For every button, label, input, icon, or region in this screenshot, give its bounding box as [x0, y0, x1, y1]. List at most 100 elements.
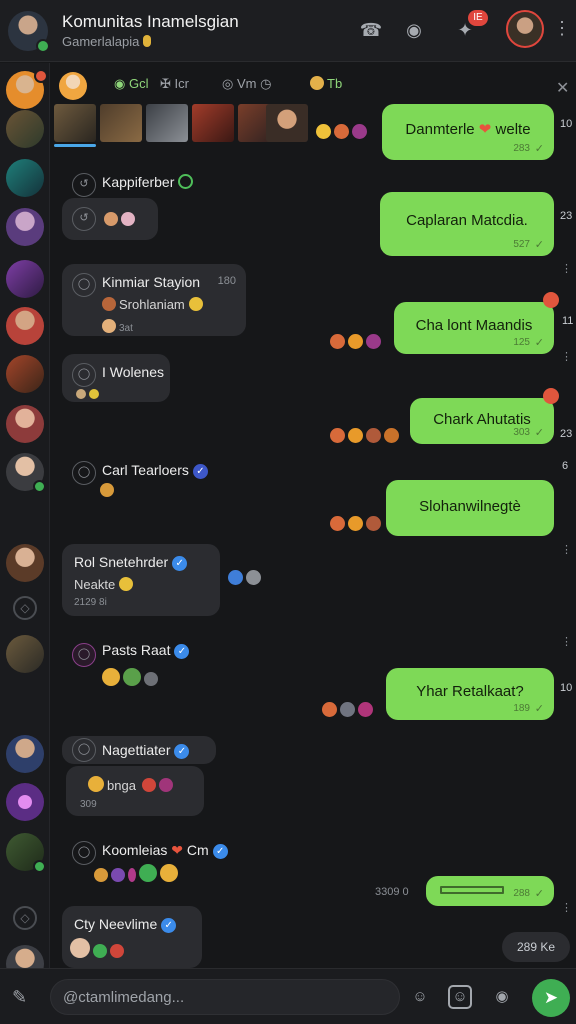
- reaction-group[interactable]: [322, 702, 376, 718]
- media-thumb[interactable]: [266, 104, 308, 142]
- media-thumb[interactable]: [54, 104, 96, 142]
- incoming-message[interactable]: ◯ I Wolenes: [62, 354, 170, 402]
- close-icon[interactable]: ✕: [556, 78, 569, 98]
- read-check-icon: ✓: [534, 888, 544, 900]
- incoming-message[interactable]: ↺ Kappiferber: [62, 164, 212, 198]
- outgoing-message[interactable]: Cha lont Maandis 125 ✓: [394, 302, 554, 354]
- menu-icon[interactable]: ⋮: [553, 18, 571, 39]
- online-indicator: [33, 860, 46, 873]
- avatar: [310, 76, 324, 90]
- side-time: 23: [560, 428, 573, 440]
- message-time-text: 3at: [119, 323, 133, 334]
- member-avatar[interactable]: [6, 783, 44, 821]
- star-icon: [188, 297, 203, 311]
- mic-icon[interactable]: ◉: [490, 985, 514, 1009]
- outgoing-message[interactable]: Caplaran Matcdia. 527 ✓: [380, 192, 554, 256]
- message-text: Srohlaniam: [102, 297, 206, 312]
- side-time: 10: [560, 118, 573, 130]
- member-avatar[interactable]: [6, 307, 44, 345]
- outgoing-message[interactable]: Chark Ahutatis 303 ✓: [410, 398, 554, 444]
- reaction-group[interactable]: [316, 124, 370, 140]
- filter-chip[interactable]: ✠ Icr: [160, 76, 189, 92]
- member-avatar[interactable]: [6, 735, 44, 773]
- incoming-message[interactable]: ↺: [62, 198, 158, 240]
- emoji-icon[interactable]: ☺: [408, 985, 432, 1009]
- message-options-icon[interactable]: ⋮: [561, 635, 572, 648]
- gif-icon[interactable]: ☺: [448, 985, 472, 1009]
- reaction-group[interactable]: [330, 428, 402, 444]
- member-avatar[interactable]: [6, 355, 44, 393]
- clock-icon: ◷: [256, 76, 272, 91]
- member-avatar[interactable]: [6, 635, 44, 673]
- incoming-message[interactable]: Rol Snetehrder ✓ Neakte 2129 8i: [62, 544, 220, 616]
- reaction-group[interactable]: [330, 516, 384, 532]
- filter-row: ◉ Gcl ✠ Icr ◎ Vm ◷ Tb: [56, 72, 556, 102]
- read-check-icon: ✓: [534, 239, 544, 251]
- filter-avatar[interactable]: [59, 72, 87, 100]
- member-avatar[interactable]: [6, 405, 44, 443]
- incoming-message[interactable]: ◯ Carl Tearloers ✓: [62, 452, 222, 488]
- reaction-group[interactable]: [330, 334, 384, 350]
- active-thumb-indicator: [54, 144, 96, 147]
- message-time: 189: [513, 703, 530, 714]
- message-input[interactable]: [50, 979, 400, 1015]
- incoming-message[interactable]: ◯ Nagettiater ✓: [62, 736, 216, 764]
- chat-title[interactable]: Komunitas Inamelsgian: [62, 12, 239, 32]
- read-check-icon: ✓: [534, 337, 544, 349]
- outgoing-message[interactable]: 288 ✓: [426, 876, 554, 906]
- outgoing-message[interactable]: Danmterle ❤ welte 283 ✓: [382, 104, 554, 160]
- heart-icon: ❤: [478, 121, 492, 138]
- member-avatar[interactable]: [6, 260, 44, 298]
- sender-name: Kappiferber: [102, 174, 194, 190]
- message-options-icon[interactable]: ⋮: [561, 262, 572, 275]
- message-text: Neakte: [74, 577, 136, 592]
- incoming-message[interactable]: ◯ Pasts Raat ✓: [62, 634, 222, 667]
- member-avatar[interactable]: [6, 69, 48, 109]
- verified-icon: ✓: [212, 844, 228, 859]
- side-time: 10: [560, 682, 573, 694]
- media-thumb[interactable]: [100, 104, 142, 142]
- reaction-group[interactable]: [228, 570, 264, 586]
- sender-name-text: Rol Snetehrder: [74, 554, 169, 570]
- sender-name-text: Pasts Raat: [102, 642, 171, 658]
- filter-chip[interactable]: Tb: [310, 76, 342, 91]
- verified-icon: ✓: [174, 744, 190, 759]
- sender-name-text: Cty Neevlime: [74, 916, 158, 932]
- incoming-message[interactable]: ◯ Kinmiar Stayion 180 Srohlaniam 3at: [62, 264, 246, 336]
- message-options-icon[interactable]: ⋮: [561, 901, 572, 914]
- read-check-icon: ✓: [534, 427, 544, 439]
- filter-chip[interactable]: ◉ Gcl: [114, 76, 148, 92]
- message-options-icon[interactable]: ⋮: [561, 543, 572, 556]
- member-avatar[interactable]: [6, 110, 44, 148]
- incoming-message[interactable]: ◯ Koomleias ❤ Cm ✓: [62, 832, 240, 865]
- reply-icon: ◯: [72, 461, 96, 485]
- sticker-icon[interactable]: ✎: [12, 987, 27, 1008]
- sender-name-text: Nagettiater: [102, 742, 171, 758]
- member-avatar[interactable]: [6, 159, 44, 197]
- phone-icon[interactable]: ☎: [358, 17, 384, 43]
- message-time: 2129 8i: [74, 597, 107, 608]
- read-check-icon: ✓: [534, 703, 544, 715]
- member-avatar[interactable]: [6, 833, 46, 873]
- media-thumb[interactable]: [192, 104, 234, 142]
- incoming-message[interactable]: Cty Neevlime ✓: [62, 906, 202, 968]
- send-button[interactable]: ➤: [532, 979, 570, 1017]
- member-avatar[interactable]: [6, 453, 46, 493]
- member-avatar[interactable]: [6, 544, 44, 582]
- message-text: Caplaran Matcdia.: [406, 212, 528, 229]
- filter-chip[interactable]: ◎ Vm ◷: [222, 76, 271, 92]
- incoming-message[interactable]: bnga 309: [66, 766, 204, 816]
- media-thumb[interactable]: [146, 104, 188, 142]
- outgoing-message[interactable]: Slohanwilnegtè: [386, 480, 554, 536]
- profile-avatar[interactable]: [506, 10, 544, 48]
- reaction-icon[interactable]: [543, 292, 559, 308]
- group-avatar[interactable]: [8, 11, 50, 53]
- member-avatar[interactable]: [6, 208, 44, 246]
- reply-icon: ◯: [72, 643, 96, 667]
- emoji-row: [70, 938, 127, 961]
- reaction-icon[interactable]: [543, 388, 559, 404]
- message-options-icon[interactable]: ⋮: [561, 350, 572, 363]
- outgoing-message[interactable]: Yhar Retalkaat? 189 ✓: [386, 668, 554, 720]
- member-sidebar: ◇ ◇: [0, 63, 50, 983]
- group-icon[interactable]: ◉: [401, 17, 427, 43]
